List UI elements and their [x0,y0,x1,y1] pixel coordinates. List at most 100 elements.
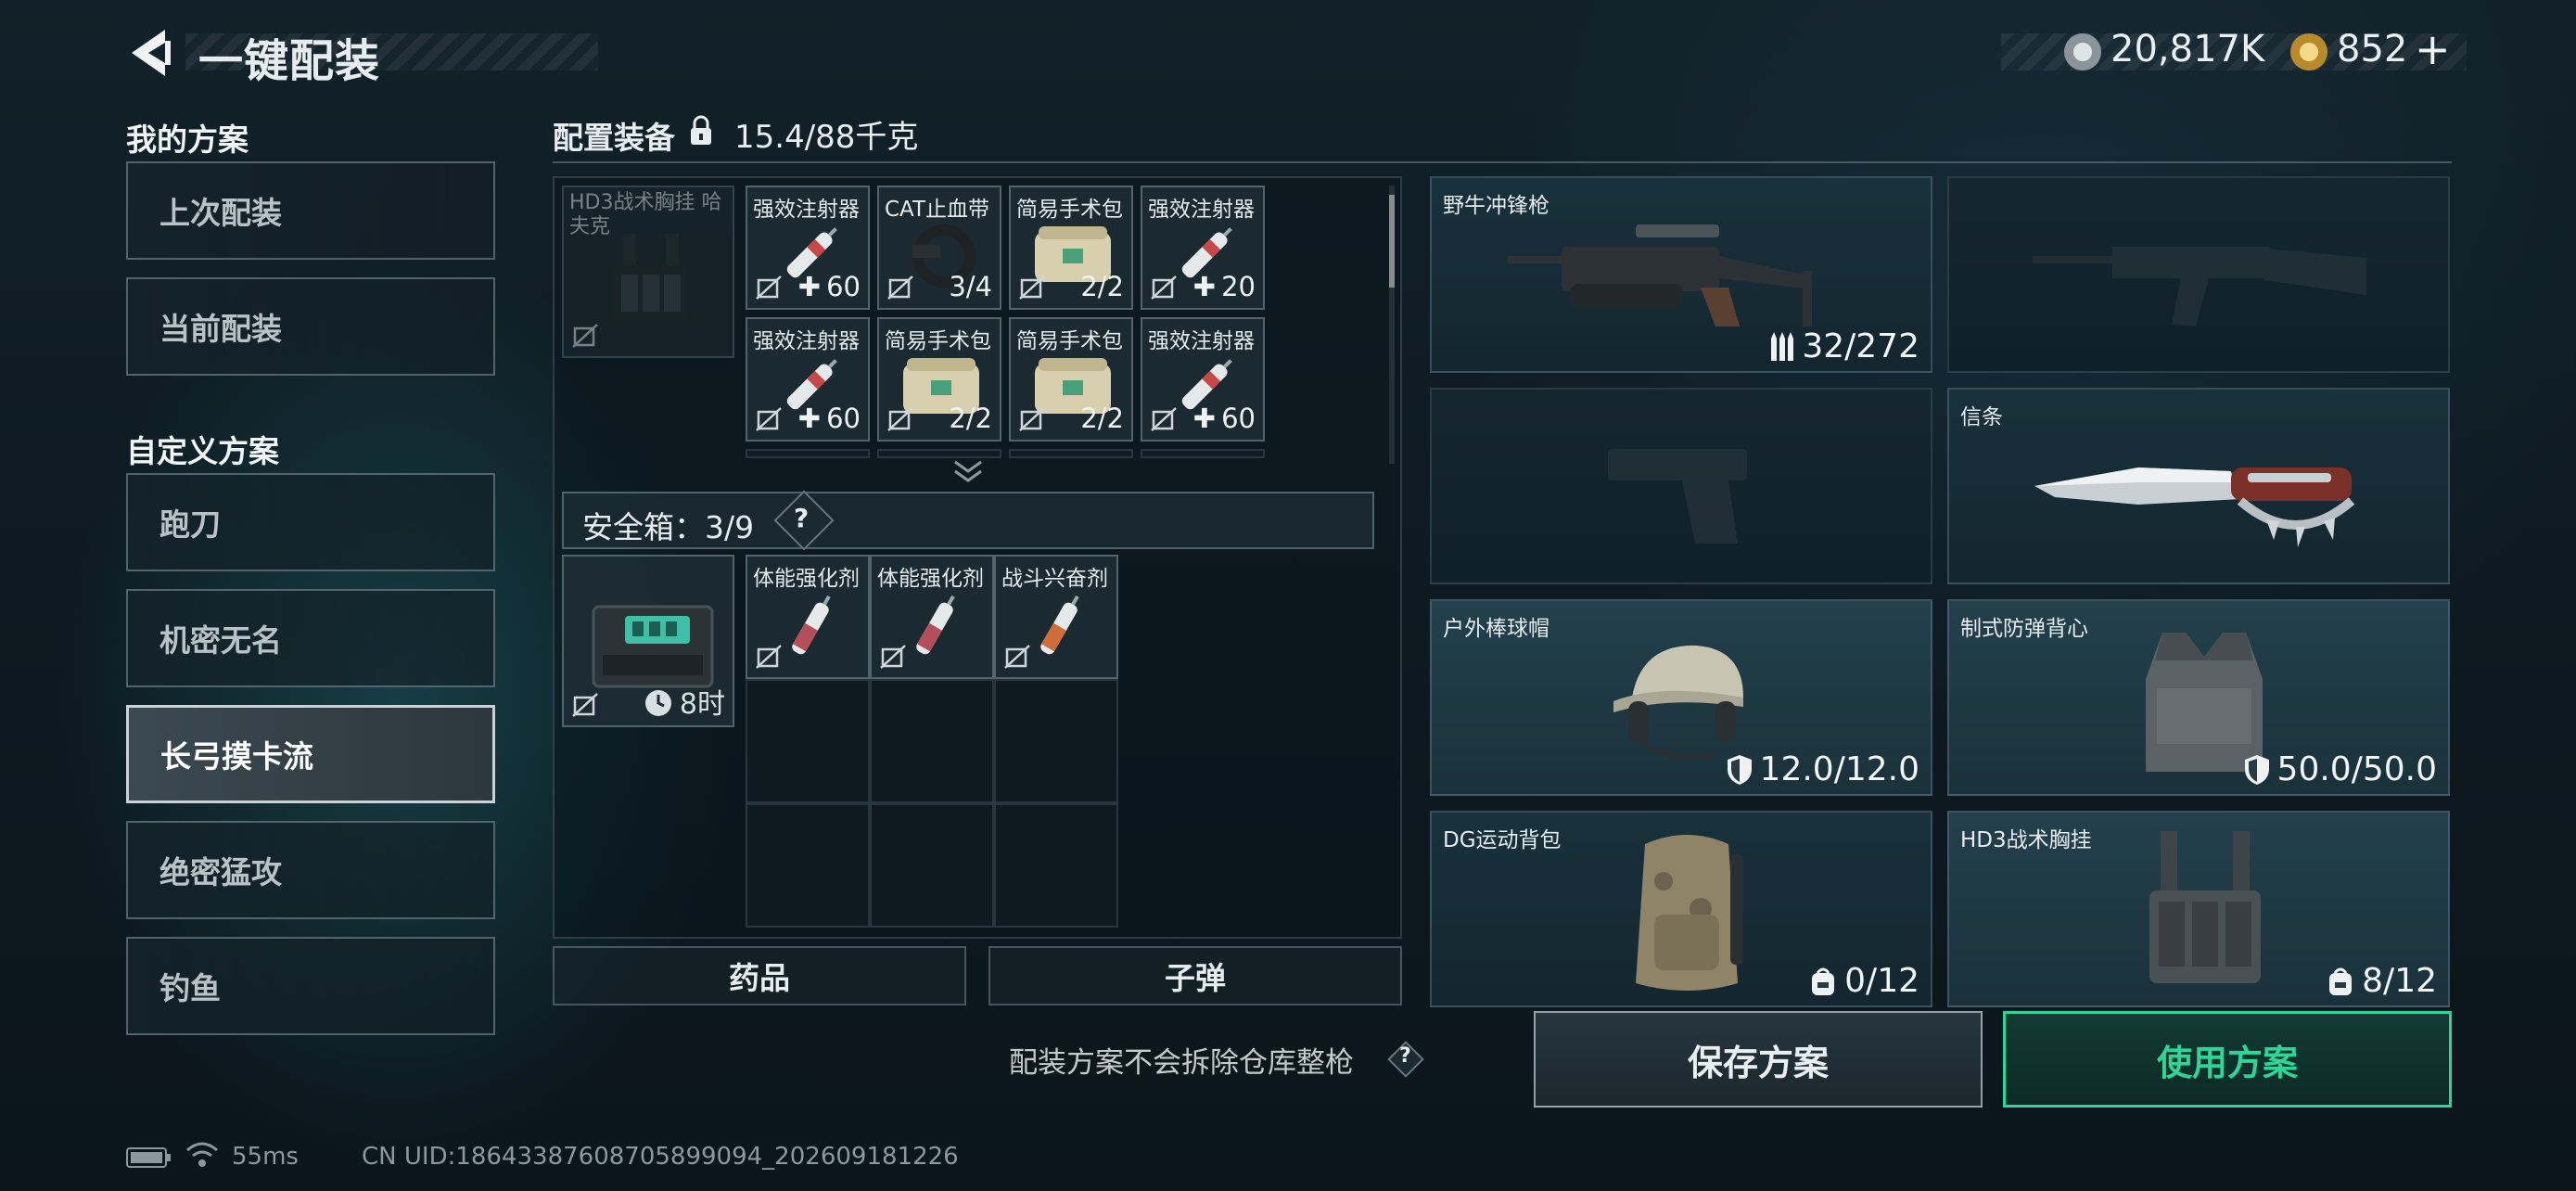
medicine-item-slot[interactable]: 简易手术包 2/2 [1009,317,1133,442]
add-currency-button[interactable]: + [2415,24,2451,74]
medicine-item-slot[interactable]: 强效注射器 ✚ 60 [746,317,870,442]
medicine-count: 2/2 [1080,403,1124,434]
medicine-hp: ✚ 20 [1192,271,1256,302]
uid-text: CN UID:18643387608705899094_202609181226 [362,1143,959,1171]
medicine-hp: ✚ 60 [797,271,861,302]
no-sell-icon [1019,407,1045,431]
clock-icon [645,690,671,716]
bag-icon [2329,967,2353,995]
divider [553,161,2452,163]
battery-icon [126,1147,171,1168]
medicine-item-name: 简易手术包 [1016,329,1123,353]
rig-capacity-value: 8/12 [2362,962,2437,1000]
backpack-name: DG运动背包 [1443,828,1562,852]
plan-last-loadout[interactable]: 上次配装 [126,161,495,260]
silver-coin-icon [2064,33,2101,70]
plan-diaoyu[interactable]: 钓鱼 [126,937,495,1035]
gold-coin-icon [2290,33,2327,70]
safe-item-slot[interactable]: 战斗兴奋剂 [994,555,1118,679]
medicine-hp: ✚ 60 [797,403,861,434]
equipment-weight: 15.4/88千克 [734,119,919,156]
use-plan-button[interactable]: 使用方案 [2003,1011,2452,1108]
item-slot-peek [1009,449,1133,458]
no-sell-icon [756,407,782,431]
primary-weapon-name: 野牛冲锋枪 [1443,194,1549,218]
safe-empty-slot[interactable] [746,803,870,928]
backpack-capacity: 0/12 [1809,962,1919,1000]
no-sell-icon [887,275,913,300]
safe-item-name: 战斗兴奋剂 [1001,567,1108,591]
scrollbar-thumb[interactable] [1389,195,1395,288]
item-slot-peek [746,449,870,458]
plan-changgong-selected[interactable]: 长弓摸卡流 [126,705,495,803]
save-plan-button[interactable]: 保存方案 [1534,1011,1983,1108]
helmet-card[interactable]: 户外棒球帽 12.0/12.0 [1430,599,1932,796]
no-sell-icon [887,407,913,431]
safe-empty-slot[interactable] [870,679,994,803]
plan-juemi-menggong[interactable]: 绝密猛攻 [126,821,495,919]
ping-value: 55ms [232,1143,299,1171]
armor-durability: 50.0/50.0 [2244,750,2437,788]
medicine-hp-value: 60 [826,271,861,302]
shield-icon [1727,754,1752,785]
primary-ammo: 32/272 [1770,327,1919,365]
secondary-weapon-card-empty[interactable] [1947,176,2450,373]
no-sell-icon [572,693,598,717]
safe-item-name: 体能强化剂 [877,567,984,591]
rig-slot[interactable]: HD3战术胸挂 哈夫克 [562,186,734,358]
armor-name: 制式防弹背心 [1960,617,2088,641]
backpack-card[interactable]: DG运动背包 0/12 [1430,811,1932,1007]
plan-current-loadout[interactable]: 当前配装 [126,277,495,376]
plan-paodao[interactable]: 跑刀 [126,473,495,571]
pistol-card-empty[interactable] [1430,388,1932,584]
safe-item-slot[interactable]: 体能强化剂 [746,555,870,679]
medicine-item-slot[interactable]: CAT止血带 3/4 [877,186,1001,310]
medicine-count: 3/4 [949,271,992,302]
rig-name: HD3战术胸挂 [1960,828,2092,852]
backpack-icon [1636,835,1743,991]
tab-ammo[interactable]: 子弹 [988,946,1402,1005]
no-sell-icon [1151,407,1177,431]
melee-name: 信条 [1960,405,2003,429]
medicine-item-slot[interactable]: 强效注射器 ✚ 20 [1141,186,1265,310]
help-icon[interactable]: ? [794,503,809,533]
stim-injector-icon [1040,595,1079,655]
backpack-capacity-value: 0/12 [1844,962,1919,1000]
safe-empty-slot[interactable] [994,803,1118,928]
medicine-item-slot[interactable]: 简易手术包 2/2 [877,317,1001,442]
helmet-name: 户外棒球帽 [1443,617,1549,641]
back-icon[interactable] [124,26,172,80]
rig-silhouette-icon [614,234,688,321]
safe-box-slot[interactable]: 8时 [562,555,734,727]
medicine-item-slot[interactable]: 强效注射器 ✚ 60 [1141,317,1265,442]
armor-card[interactable]: 制式防弹背心 50.0/50.0 [1947,599,2450,796]
primary-weapon-card[interactable]: 野牛冲锋枪 32/272 [1430,176,1932,373]
safe-empty-slot[interactable] [994,679,1118,803]
medicine-count: 2/2 [1080,271,1124,302]
safe-box-bar: 安全箱：3/9 ? [562,490,1374,551]
safe-item-slot[interactable]: 体能强化剂 [870,555,994,679]
melee-card[interactable]: 信条 [1947,388,2450,584]
primary-ammo-value: 32/272 [1802,327,1919,365]
chevron-down-icon[interactable] [951,458,985,484]
medicine-item-slot[interactable]: 强效注射器 ✚ 60 [746,186,870,310]
medicine-hp-value: 60 [826,403,861,434]
plan-jimi-wuming[interactable]: 机密无名 [126,589,495,687]
stim-injector-icon [792,595,831,655]
no-sell-icon [756,275,782,300]
item-slot-peek [1141,449,1265,458]
medicine-hp: ✚ 60 [1192,403,1256,434]
loadout-notice: 配装方案不会拆除仓库整枪 [1009,1046,1354,1080]
tab-medicine[interactable]: 药品 [553,946,966,1005]
knife-icon [2034,467,2355,547]
no-sell-icon [1019,275,1045,300]
safe-empty-slot[interactable] [870,803,994,928]
notice-help-icon[interactable]: ? [1399,1044,1411,1068]
rig-card[interactable]: HD3战术胸挂 8/12 [1947,811,2450,1007]
gold-currency-value: 852 [2337,28,2408,70]
safe-empty-slot[interactable] [746,679,870,803]
item-slot-peek [877,449,1001,458]
medicine-item-slot[interactable]: 简易手术包 2/2 [1009,186,1133,310]
ammo-icon [1771,331,1794,361]
no-sell-icon [880,645,906,669]
